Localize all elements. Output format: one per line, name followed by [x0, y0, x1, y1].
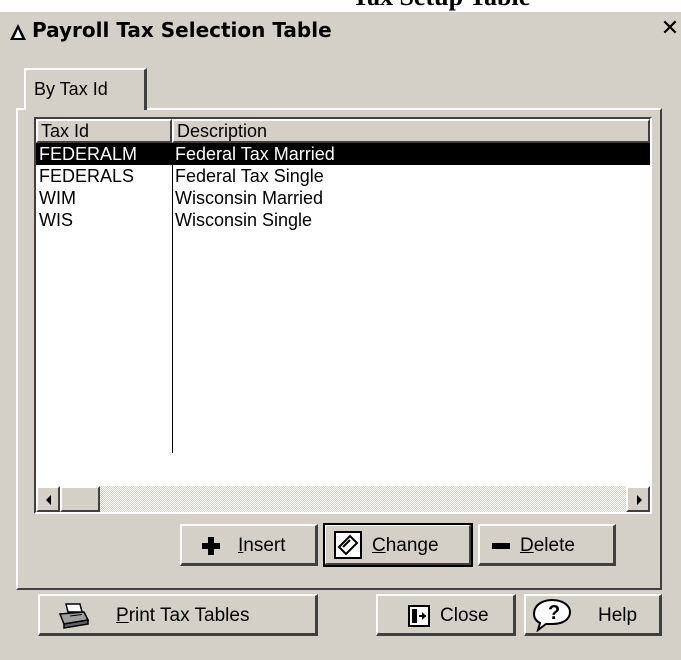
scroll-right-button[interactable] [626, 486, 650, 512]
background-title-text: Tax Setup Table [352, 0, 530, 12]
svg-text:?: ? [548, 602, 560, 624]
help-question-icon: ? [532, 598, 572, 632]
cell-tax-id: WIM [39, 188, 76, 208]
change-label: Change [372, 535, 439, 556]
insert-button[interactable]: Insert [180, 524, 318, 566]
print-tax-tables-button[interactable]: Print Tax Tables [38, 594, 318, 636]
table-row[interactable]: FEDERALM Federal Tax Married [36, 143, 650, 165]
minus-icon [492, 543, 510, 549]
table-row[interactable]: FEDERALS Federal Tax Single [36, 165, 650, 187]
tab-by-tax-id[interactable]: By Tax Id [24, 68, 147, 110]
arrow-right-icon [637, 495, 642, 505]
help-label: Help [598, 605, 638, 626]
printer-icon [58, 603, 90, 629]
close-button[interactable]: Close [376, 594, 516, 636]
delete-label: Delete [520, 535, 575, 556]
arrow-left-icon [46, 495, 51, 505]
scroll-thumb[interactable] [60, 486, 100, 512]
cell-tax-id: WIS [39, 210, 73, 230]
delete-button[interactable]: Delete [478, 524, 616, 566]
title-bar: Payroll Tax Selection Table ✕ [0, 12, 681, 50]
table-row[interactable]: WIS Wisconsin Single [36, 209, 650, 231]
payroll-tax-dialog: Payroll Tax Selection Table ✕ By Tax Id … [0, 12, 681, 660]
cell-description: Wisconsin Single [175, 210, 313, 230]
change-button[interactable]: Change [323, 523, 473, 567]
background-title-fragment: Tax Setup Table [0, 0, 681, 12]
cell-description: Wisconsin Married [175, 188, 324, 208]
column-header-description[interactable]: Description [172, 119, 650, 143]
edit-icon [334, 531, 362, 559]
tab-by-tax-id-label: By Tax Id [34, 79, 108, 99]
column-header-tax-id[interactable]: Tax Id [36, 119, 172, 143]
close-label: Close [440, 605, 489, 626]
app-icon [10, 24, 26, 40]
insert-label: Insert [238, 535, 286, 556]
window-title: Payroll Tax Selection Table [32, 18, 332, 42]
cell-description: Federal Tax Single [175, 166, 324, 186]
print-tax-tables-label: Print Tax Tables [116, 605, 250, 626]
horizontal-scrollbar[interactable] [36, 486, 650, 512]
scroll-left-button[interactable] [36, 486, 60, 512]
cell-description: Federal Tax Married [175, 144, 335, 164]
table-row[interactable]: WIM Wisconsin Married [36, 187, 650, 209]
cell-tax-id: FEDERALS [39, 166, 135, 186]
cell-tax-id: FEDERALM [39, 144, 138, 164]
tax-list[interactable]: Tax Id Description FEDERALM Federal Tax … [34, 117, 652, 514]
close-window-button[interactable]: ✕ [660, 16, 680, 42]
list-header: Tax Id Description [36, 119, 650, 143]
exit-door-icon [408, 605, 430, 627]
plus-icon [202, 537, 220, 555]
help-button[interactable]: ? Help [524, 594, 662, 636]
